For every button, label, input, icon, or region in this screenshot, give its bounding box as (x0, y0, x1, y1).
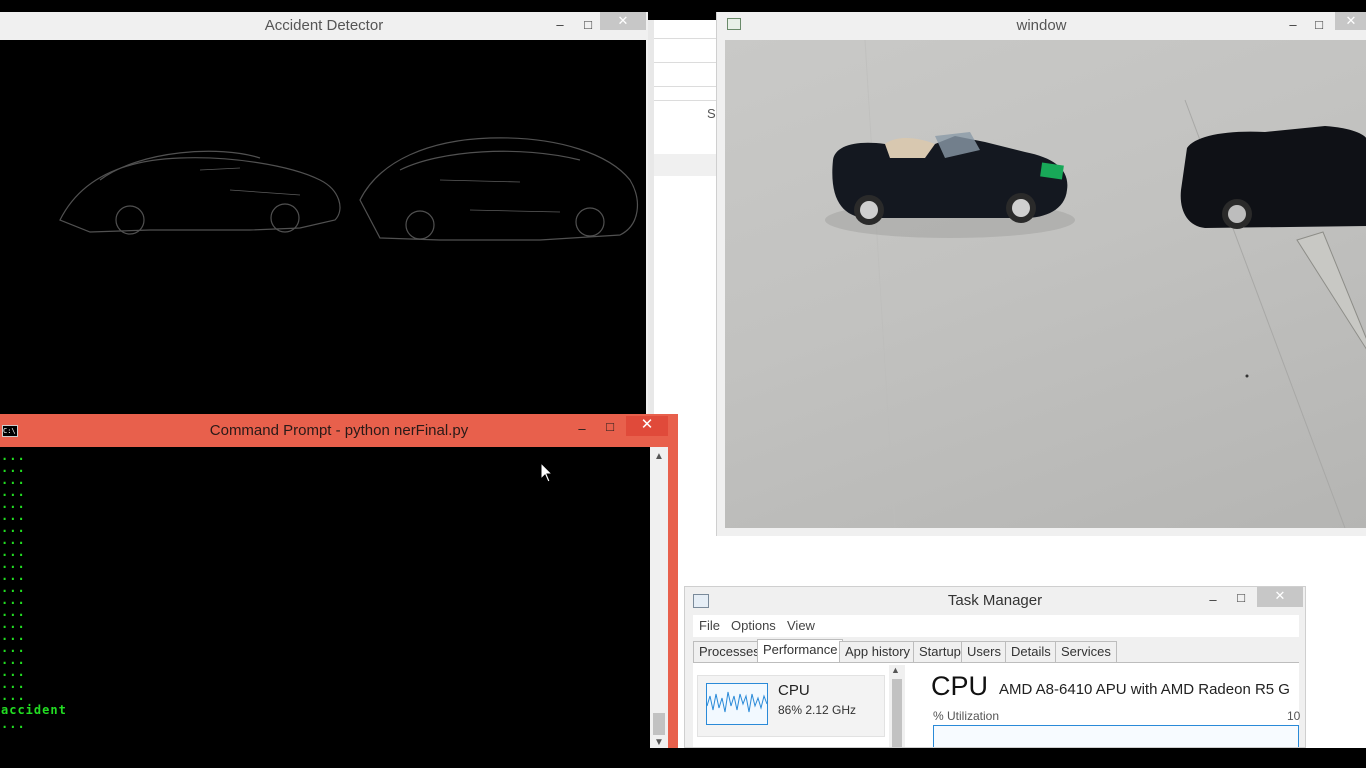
cpu-tile-label: CPU (778, 682, 810, 699)
accident-detector-title: Accident Detector (264, 17, 384, 34)
close-button[interactable]: ✕ (1257, 587, 1303, 607)
task-manager-window: Task Manager – □ ✕ File Options View Pro… (684, 586, 1306, 748)
scrollbar-thumb[interactable] (892, 679, 902, 747)
menu-file[interactable]: File (699, 618, 720, 633)
scroll-up-icon[interactable]: ▲ (650, 451, 668, 462)
tab-startup[interactable]: Startup (913, 641, 967, 663)
menu-options[interactable]: Options (731, 618, 776, 633)
maximize-button[interactable]: □ (602, 418, 618, 438)
tab-details[interactable]: Details (1005, 641, 1057, 663)
utilization-label: % Utilization (933, 709, 1000, 723)
maximize-button[interactable]: □ (1311, 16, 1327, 36)
utilization-max: 10 (1287, 709, 1301, 723)
divider (654, 100, 718, 101)
bottom-black-bar (0, 748, 1366, 768)
mouse-cursor-icon (540, 461, 554, 489)
divider (654, 86, 718, 87)
camera-window-titlebar[interactable]: window (717, 12, 1366, 40)
console-line: ... (1, 717, 26, 731)
camera-window-title: window (1016, 17, 1067, 34)
tab-app-history[interactable]: App history (839, 641, 917, 663)
cpu-heading: CPU (931, 671, 989, 701)
minimize-button[interactable]: – (1205, 591, 1221, 611)
minimize-button[interactable]: – (552, 16, 568, 36)
app-icon (727, 18, 741, 30)
tab-bar: Processes Performance App history Startu… (693, 639, 1299, 663)
camera-feed (725, 40, 1366, 528)
divider (654, 62, 718, 63)
tile-list-scrollbar[interactable]: ▲ (889, 665, 905, 747)
console-line-accident: accident (1, 703, 67, 717)
tab-performance[interactable]: Performance (757, 639, 844, 663)
edge-detection-image (59, 137, 638, 241)
performance-icon (693, 594, 709, 608)
toy-car-left (825, 132, 1075, 238)
edge-detection-view (0, 40, 646, 432)
accident-detector-window: Accident Detector – □ ✕ (0, 12, 648, 432)
cpu-mini-graph (706, 683, 768, 725)
menu-view[interactable]: View (787, 618, 815, 633)
close-button[interactable]: ✕ (600, 12, 646, 30)
command-prompt-window: Command Prompt - python nerFinal.py C:\ … (0, 414, 678, 748)
camera-feed-image (825, 40, 1366, 528)
task-manager-title: Task Manager (947, 592, 1043, 609)
menu-bar: File Options View (693, 615, 1299, 637)
camera-window: window – □ ✕ (716, 12, 1366, 536)
performance-panel: CPU 86% 2.12 GHz ▲ CPU AMD A8-6410 APU w… (693, 662, 1301, 747)
tab-processes[interactable]: Processes (693, 641, 766, 663)
tab-users[interactable]: Users (961, 641, 1007, 663)
scrollbar-thumb[interactable] (653, 713, 665, 735)
console-scrollbar[interactable]: ▲ ▼ (650, 447, 668, 748)
mouse-cursor-shape (540, 461, 554, 483)
command-prompt-title: Command Prompt - python nerFinal.py (209, 422, 469, 439)
utilization-graph (933, 725, 1299, 747)
maximize-button[interactable]: □ (1233, 589, 1249, 609)
close-button[interactable]: ✕ (626, 416, 668, 436)
minimize-button[interactable]: – (574, 420, 590, 440)
cmd-icon: C:\ (2, 425, 18, 437)
scroll-down-icon[interactable]: ▼ (650, 737, 668, 748)
toy-car-right (1180, 126, 1366, 229)
minimize-button[interactable]: – (1285, 16, 1301, 36)
scroll-up-icon[interactable]: ▲ (891, 665, 900, 675)
divider (654, 38, 718, 39)
cpu-tile-value: 86% 2.12 GHz (778, 703, 857, 717)
cpu-model: AMD A8-6410 APU with AMD Radeon R5 G (999, 681, 1290, 698)
console-line: ... (1, 689, 26, 703)
close-button[interactable]: ✕ (1335, 12, 1366, 30)
cpu-mini-graph-line (706, 691, 768, 713)
console-output[interactable]: ... ... ... ... ... ... ... ... ... ... … (0, 447, 650, 748)
panel-strip (654, 154, 718, 176)
tab-services[interactable]: Services (1055, 641, 1117, 663)
cpu-tile[interactable]: CPU 86% 2.12 GHz (697, 675, 885, 737)
maximize-button[interactable]: □ (580, 16, 596, 36)
accident-detector-titlebar[interactable]: Accident Detector (0, 12, 648, 40)
